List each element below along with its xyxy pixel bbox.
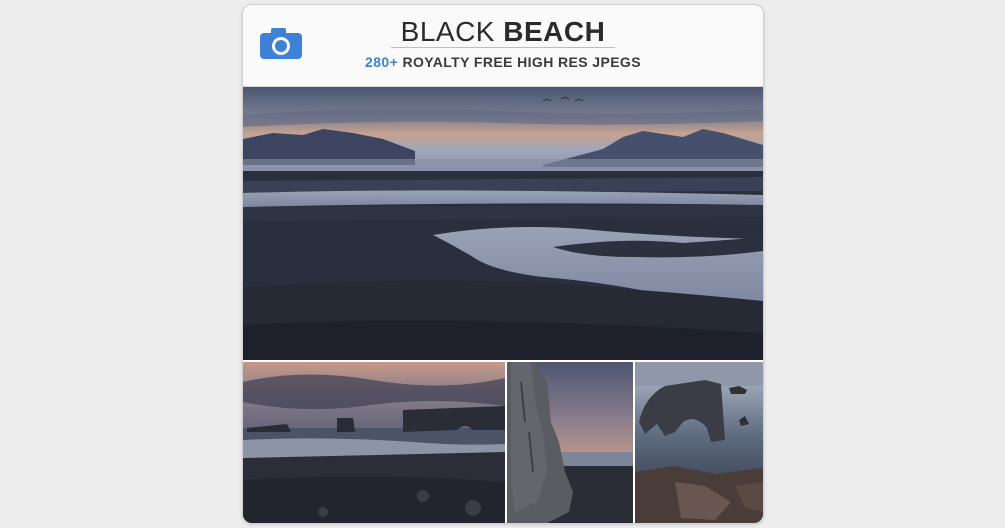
thumbnail-sea-stack	[507, 362, 633, 523]
header: BLACK BEACH 280+ ROYALTY FREE HIGH RES J…	[243, 5, 763, 87]
subtitle: 280+ ROYALTY FREE HIGH RES JPEGS	[243, 53, 763, 71]
image-count: 280+	[365, 54, 399, 70]
title-bold: BEACH	[503, 16, 606, 47]
thumbnail-coastline	[243, 362, 505, 523]
page-title: BLACK BEACH	[243, 15, 763, 49]
product-card: BLACK BEACH 280+ ROYALTY FREE HIGH RES J…	[242, 4, 764, 524]
title-divider	[391, 47, 615, 48]
subtitle-text: ROYALTY FREE HIGH RES JPEGS	[402, 54, 641, 70]
hero-photo	[243, 87, 763, 360]
thumbnail-rock-arch	[635, 362, 763, 523]
title-light: BLACK	[400, 16, 495, 47]
